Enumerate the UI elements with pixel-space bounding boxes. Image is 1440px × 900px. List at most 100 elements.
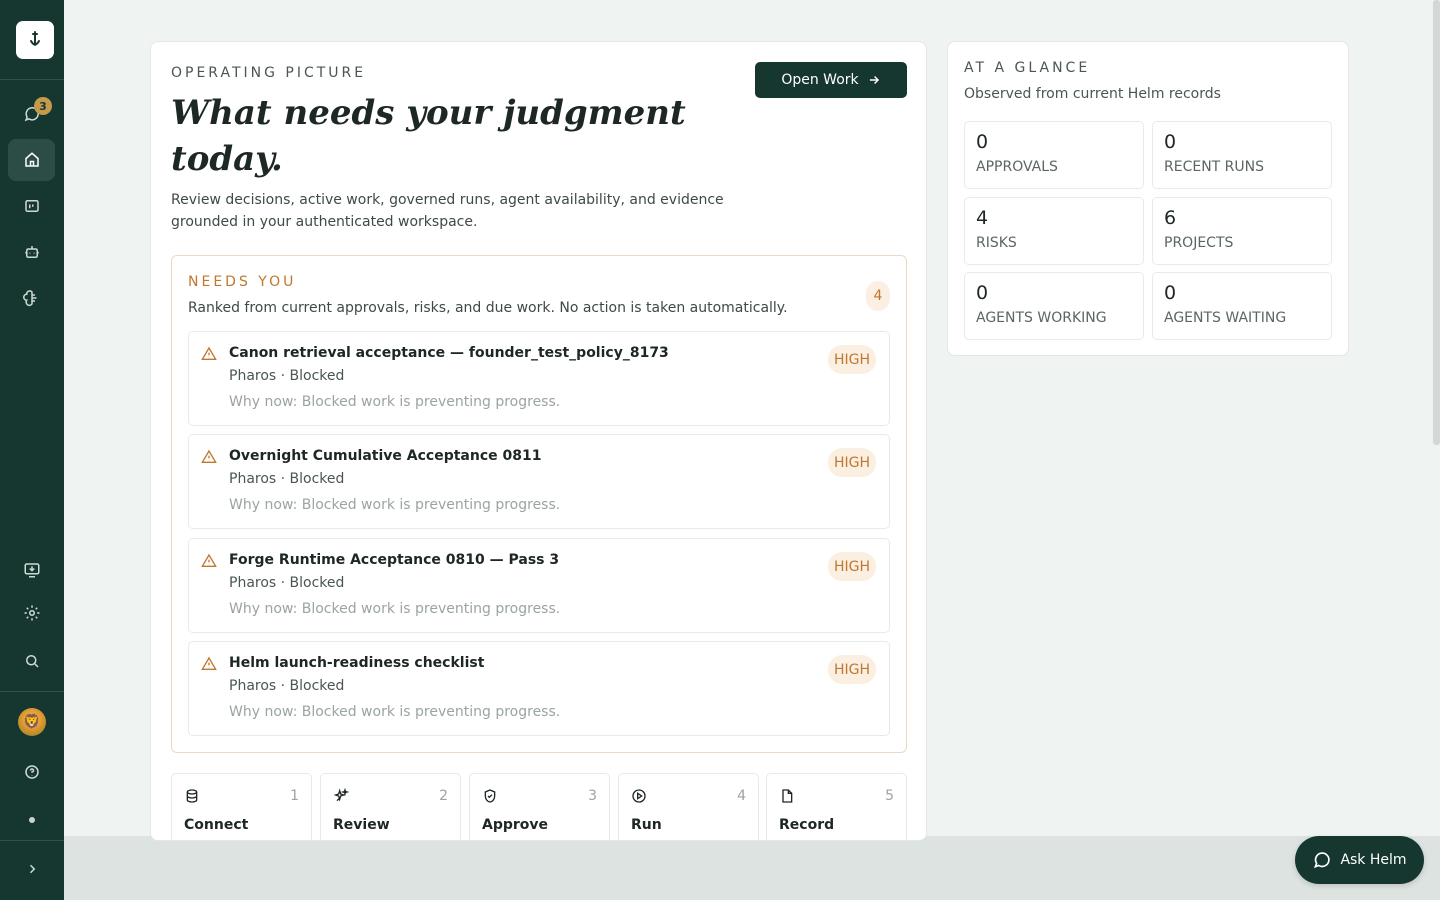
sidebar-item-canon[interactable] [8,277,55,319]
sidebar-item-projects[interactable] [8,185,55,227]
shield-check-icon [484,789,496,803]
severity-badge: HIGH [828,345,876,374]
needs-item-meta: Pharos · Blocked [229,471,345,487]
user-avatar[interactable]: 🦁 [18,708,46,736]
stat-value: 0 [1164,131,1177,153]
sidebar-item-search[interactable] [8,640,55,682]
help-icon [24,765,39,779]
monitor-download-icon [24,563,39,578]
file-icon [782,789,793,803]
needs-you-count: 4 [866,281,890,311]
stat-label: AGENTS WAITING [1164,310,1287,326]
needs-item-title: Forge Runtime Acceptance 0810 — Pass 3 [229,552,560,568]
warning-icon [201,553,217,567]
ask-helm-button[interactable]: Ask Helm [1295,836,1424,884]
step-label: Approve [482,817,549,833]
severity-badge: HIGH [828,552,876,581]
step-run[interactable]: 4 Run [618,773,759,840]
stat-projects[interactable]: 6 PROJECTS [1152,197,1332,265]
helm-logo[interactable] [16,21,54,59]
warning-icon [201,449,217,463]
operating-picture-card: OPERATING PICTURE What needs your judgme… [150,41,927,841]
bottom-strip [64,836,1440,900]
robot-icon [24,246,39,258]
sidebar-item-home[interactable] [8,139,55,181]
arrow-right-icon [869,76,879,84]
stat-label: APPROVALS [976,159,1058,175]
step-number: 4 [737,788,746,804]
step-approve[interactable]: 3 Approve [469,773,610,840]
page-subtitle: Review decisions, active work, governed … [171,192,724,230]
step-record[interactable]: 5 Record [766,773,907,840]
open-work-button[interactable]: Open Work [755,62,907,98]
step-number: 3 [588,788,597,804]
stat-label: AGENTS WORKING [976,310,1107,326]
sidebar-divider [0,691,64,692]
notification-badge: 3 [34,97,52,115]
step-review[interactable]: 2 Review [320,773,461,840]
page-scrollbar[interactable] [1433,0,1440,445]
glance-subtitle: Observed from current Helm records [964,86,1221,102]
home-icon [24,152,39,167]
glance-title: AT A GLANCE [964,60,1091,76]
warning-icon [201,656,217,670]
chevron-right-icon [29,864,35,874]
needs-item[interactable]: Canon retrieval acceptance — founder_tes… [188,331,890,426]
needs-item-why: Why now: Blocked work is preventing prog… [229,394,561,410]
sidebar-item-agents[interactable] [8,231,55,273]
sidebar-item-install[interactable] [8,549,55,591]
anchor-logo-icon [30,31,40,46]
step-number: 5 [885,788,894,804]
database-icon [186,789,198,803]
stat-agents-waiting[interactable]: 0 AGENTS WAITING [1152,272,1332,340]
stat-value: 0 [976,282,989,304]
search-icon [25,655,39,668]
step-number: 1 [290,788,299,804]
sidebar: 3 🦁 [0,0,64,900]
needs-item-why: Why now: Blocked work is preventing prog… [229,704,561,720]
stat-value: 0 [976,131,989,153]
stat-label: PROJECTS [1164,235,1234,251]
stat-value: 4 [976,207,989,229]
stat-label: RECENT RUNS [1164,159,1265,175]
section-eyebrow: OPERATING PICTURE [171,65,367,81]
sidebar-divider [0,79,64,80]
sidebar-expand-button[interactable] [8,848,55,890]
sparkles-icon [333,788,349,802]
stat-label: RISKS [976,235,1017,251]
page-title: What needs your judgment today. [171,93,686,179]
needs-item[interactable]: Overnight Cumulative Acceptance 0811 Pha… [188,434,890,529]
stat-agents-working[interactable]: 0 AGENTS WORKING [964,272,1144,340]
board-icon [24,200,39,212]
step-connect[interactable]: 1 Connect [171,773,312,840]
needs-item-title: Helm launch-readiness checklist [229,655,485,671]
sidebar-divider [0,840,64,841]
open-work-label: Open Work [781,72,859,88]
chat-bubble-icon [1314,852,1331,869]
needs-item[interactable]: Forge Runtime Acceptance 0810 — Pass 3 P… [188,538,890,633]
needs-item-title: Canon retrieval acceptance — founder_tes… [229,345,669,361]
play-circle-icon [632,789,646,803]
sidebar-item-help[interactable] [8,751,55,793]
status-dot [29,817,35,823]
stat-value: 0 [1164,282,1177,304]
needs-item-why: Why now: Blocked work is preventing prog… [229,497,561,513]
stat-value: 6 [1164,207,1177,229]
ask-helm-label: Ask Helm [1340,852,1407,868]
needs-you-title: NEEDS YOU [188,274,297,290]
needs-item-title: Overnight Cumulative Acceptance 0811 [229,448,542,464]
needs-item[interactable]: Helm launch-readiness checklist Pharos ·… [188,641,890,736]
at-a-glance-card: AT A GLANCE Observed from current Helm r… [947,41,1349,356]
step-label: Record [779,817,835,833]
warning-icon [201,346,217,360]
needs-you-description: Ranked from current approvals, risks, an… [188,300,788,316]
stat-recent-runs[interactable]: 0 RECENT RUNS [1152,121,1332,189]
stat-approvals[interactable]: 0 APPROVALS [964,121,1144,189]
needs-you-panel: NEEDS YOU Ranked from current approvals,… [171,255,907,753]
stat-risks[interactable]: 4 RISKS [964,197,1144,265]
needs-item-meta: Pharos · Blocked [229,575,345,591]
sidebar-item-settings[interactable] [8,592,55,634]
lion-avatar-icon: 🦁 [23,714,41,730]
severity-badge: HIGH [828,655,876,684]
step-label: Review [333,817,390,833]
